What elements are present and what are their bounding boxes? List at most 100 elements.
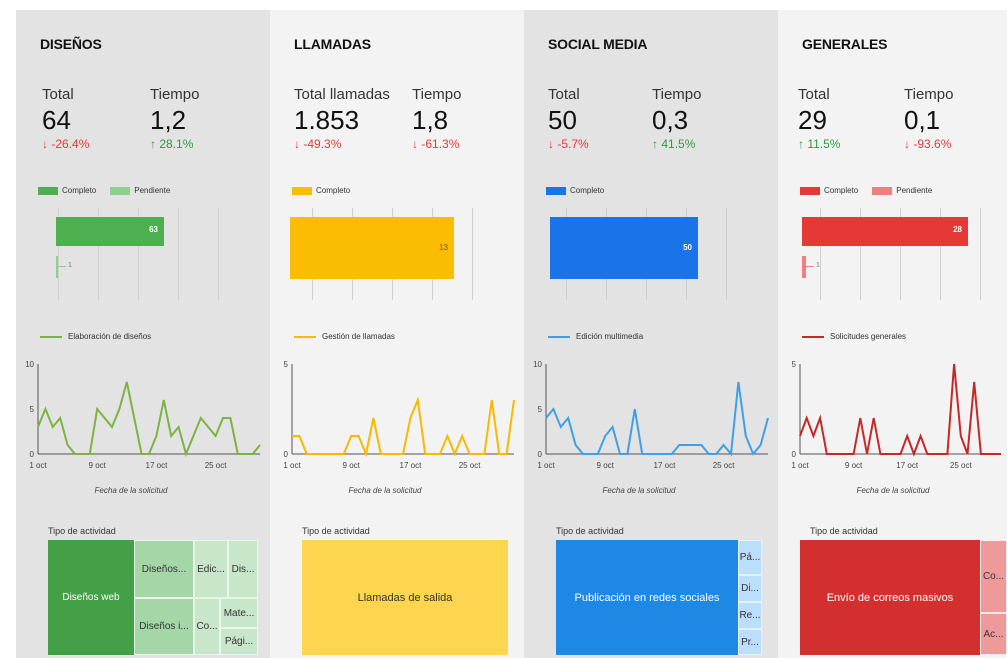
bar-completo[interactable]: 63 [56,217,164,246]
panel-llamadas: LLAMADAS Total llamadas 1.853 ↓ -49.3% T… [270,10,524,658]
line-chart: 0 5 10 1 oct 9 oct 17 oct 25 oct [25,360,261,470]
y-tick-label: 5 [792,360,797,369]
bar-completo[interactable]: 28 [802,217,968,246]
x-tick-label: 1 oct [283,461,301,470]
treemap: Envío de correos masivos Co... Ac... [800,540,1007,655]
kpi-delta: ↓ -93.6% [904,137,952,151]
line-legend: Solicitudes generales [802,332,906,341]
kpi-total: Total 50 ↓ -5.7% [548,86,589,151]
legend-line [548,335,570,338]
panel-title: SOCIAL MEDIA [548,36,648,52]
treemap-cell[interactable]: Diseños i... [134,598,194,655]
treemap-cell[interactable]: Mate... [220,598,258,628]
kpi-delta: ↑ 11.5% [798,137,841,151]
bar-pendiente[interactable] [802,256,806,278]
bar-value-label: 63 [149,225,158,234]
kpi-label: Total [42,86,74,103]
bar-value-label: 50 [683,243,692,252]
treemap-cell[interactable]: Pr... [738,629,762,655]
x-tick-label: 25 oct [459,461,482,470]
bar-value-label: 13 [439,243,448,252]
kpi-tiempo: Tiempo 1,8 ↓ -61.3% [412,86,461,151]
treemap-cell[interactable]: Di... [738,575,762,602]
kpi-delta: ↓ -5.7% [548,137,589,151]
kpi-label: Total llamadas [294,86,390,103]
arrow-down-icon: ↓ [294,137,300,151]
treemap: Diseños web Diseños... Edic... Dis... Di… [48,540,258,655]
x-tick-label: 1 oct [537,461,555,470]
x-tick-label: 1 oct [791,461,809,470]
x-tick-label: 9 oct [845,461,863,470]
x-axis-title: Fecha de la solicitud [856,486,930,495]
treemap-cell[interactable]: Dis... [228,540,258,598]
panel-social-media: SOCIAL MEDIA Total 50 ↓ -5.7% Tiempo 0,3… [524,10,778,658]
y-tick-label: 0 [792,450,797,459]
treemap-cell[interactable]: Co... [194,598,220,655]
bar-value-label: 1 [816,262,820,269]
legend-swatch [110,186,131,195]
legend-item-completo[interactable]: Completo [38,186,96,195]
line-chart: 0 5 1 oct 9 oct 17 oct 25 oct [791,360,1001,470]
legend-item-pendiente[interactable]: Pendiente [110,186,170,195]
panel-title: DISEÑOS [40,36,102,52]
treemap-cell[interactable]: Pági... [220,628,258,655]
kpi-value: 64 [42,105,71,135]
bar-value-label: 1 [68,262,72,269]
treemap-cell[interactable]: Re... [738,602,762,629]
bar-pendiente[interactable] [56,256,58,278]
bar-completo[interactable]: 50 [550,217,698,279]
x-axis-title: Fecha de la solicitud [94,486,168,495]
legend-item-completo[interactable]: Completo [546,186,604,195]
legend-item-pendiente[interactable]: Pendiente [872,186,932,195]
legend-item-completo[interactable]: Completo [800,186,858,195]
treemap-cell[interactable]: Edic... [194,540,228,598]
series-line[interactable] [799,363,1001,457]
kpi-label: Total [548,86,580,103]
kpi-delta: ↓ -26.4% [42,137,90,151]
series-line[interactable] [545,381,769,457]
line-chart: 0 5 10 1 oct 9 oct 17 oct 25 oct [533,360,769,470]
kpi-label: Tiempo [412,86,462,103]
treemap-cell[interactable]: Publicación en redes sociales [556,540,738,655]
treemap: Llamadas de salida [302,540,508,655]
panel-disenos: DISEÑOS Total 64 ↓ -26.4% Tiempo 1,2 ↑ 2… [16,10,270,658]
treemap-cell[interactable]: Pá... [738,540,762,575]
series-line[interactable] [37,381,261,458]
kpi-label: Tiempo [652,86,702,103]
legend-swatch [292,186,312,195]
legend-item-completo[interactable]: Completo [292,186,350,195]
arrow-down-icon: ↓ [412,137,418,151]
kpi-label: Total [798,86,830,103]
line-legend: Edición multimedia [548,332,643,341]
panel-title: LLAMADAS [294,36,371,52]
x-tick-label: 9 oct [89,461,107,470]
y-tick-label: 0 [30,450,35,459]
kpi-tiempo: Tiempo 0,3 ↑ 41.5% [652,86,701,151]
kpi-value: 1.853 [294,105,360,135]
bar-chart: 50 [546,208,756,300]
kpi-delta: ↑ 28.1% [150,137,194,151]
series-line[interactable] [292,396,515,458]
kpi-value: 50 [548,105,577,135]
arrow-down-icon: ↓ [904,137,910,151]
treemap-cell[interactable]: Diseños web [48,540,134,655]
treemap-cell[interactable]: Llamadas de salida [302,540,508,655]
treemap-cell[interactable]: Envío de correos masivos [800,540,980,655]
y-tick-label: 10 [25,360,34,369]
bar-legend: Completo Pendiente [800,186,946,195]
kpi-value: 1,2 [150,105,187,135]
line-legend: Gestión de llamadas [294,332,395,341]
arrow-up-icon: ↑ [798,137,804,151]
legend-line [40,335,62,338]
x-tick-label: 17 oct [400,461,423,470]
treemap-cell[interactable]: Diseños... [134,540,194,598]
treemap-cell[interactable]: Co... [980,540,1007,613]
kpi-tiempo: Tiempo 0,1 ↓ -93.6% [904,86,953,151]
y-tick-label: 10 [533,360,542,369]
treemap-title: Tipo de actividad [556,526,624,536]
legend-swatch [38,186,58,195]
bar-completo[interactable]: 13 [290,217,454,279]
arrow-up-icon: ↑ [150,137,156,151]
treemap-cell[interactable]: Ac... [980,613,1007,655]
kpi-label: Tiempo [150,86,200,103]
